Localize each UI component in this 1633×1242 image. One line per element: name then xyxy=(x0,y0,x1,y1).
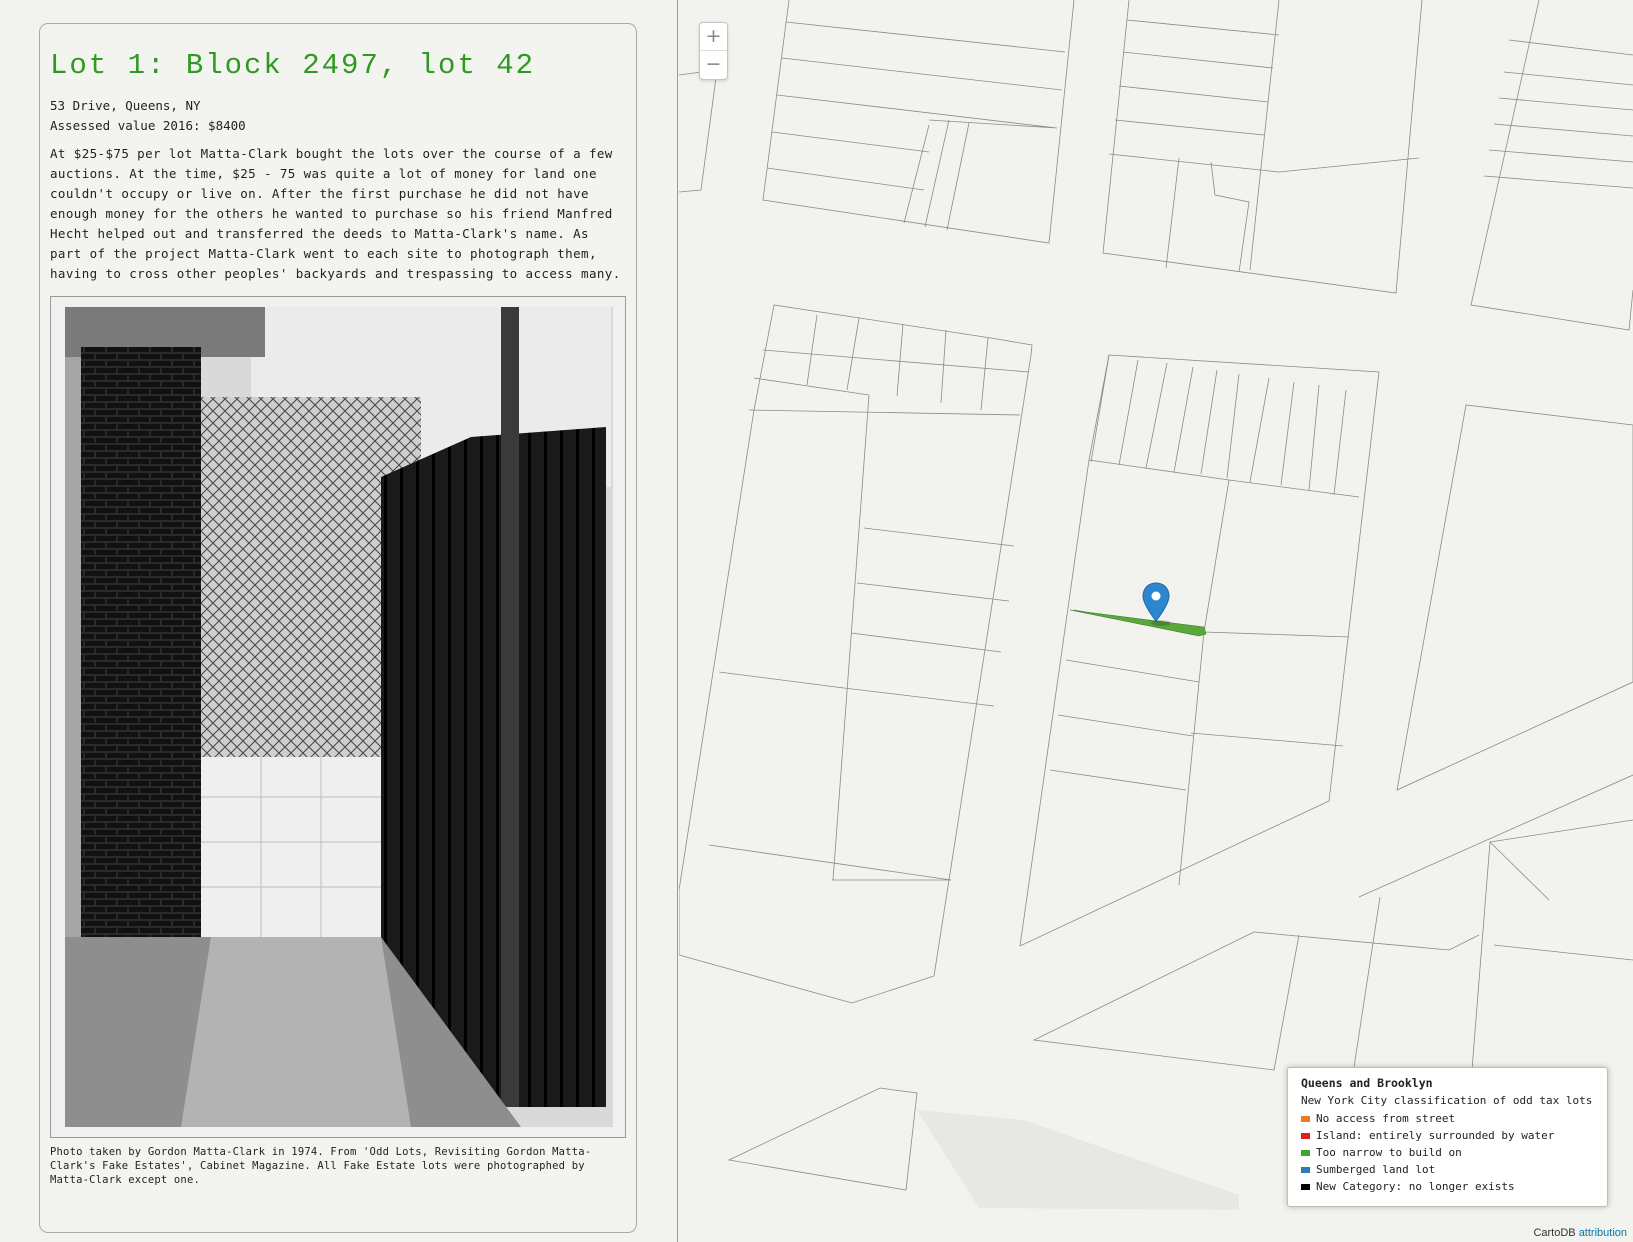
legend-subtitle: New York City classification of odd tax … xyxy=(1301,1094,1593,1107)
map-legend: Queens and Brooklyn New York City classi… xyxy=(1287,1067,1608,1207)
lot-photo xyxy=(50,295,626,1138)
legend-item: Too narrow to build on xyxy=(1301,1144,1594,1161)
legend-swatch xyxy=(1301,1132,1310,1139)
legend-item: No access from street xyxy=(1301,1110,1594,1127)
legend-label: New Category: no longer exists xyxy=(1316,1180,1515,1193)
attribution-link[interactable]: attribution xyxy=(1579,1227,1627,1239)
legend-label: No access from street xyxy=(1316,1112,1456,1125)
lot-address: 53 Drive, Queens, NY xyxy=(50,97,201,113)
lot-info-card: Lot 1: Block 2497, lot 42 53 Drive, Quee… xyxy=(39,23,637,1233)
legend-swatch xyxy=(1301,1115,1310,1122)
legend-label: Too narrow to build on xyxy=(1316,1146,1462,1159)
legend-item: Island: entirely surrounded by water xyxy=(1301,1127,1594,1144)
lot-title: Lot 1: Block 2497, lot 42 xyxy=(50,49,536,82)
attribution-prefix: CartoDB xyxy=(1533,1227,1576,1239)
legend-label: Island: entirely surrounded by water xyxy=(1316,1129,1555,1142)
legend-title: Queens and Brooklyn xyxy=(1301,1076,1433,1090)
assessed-value: Assessed value 2016: $8400 xyxy=(50,117,246,133)
photo-caption: Photo taken by Gordon Matta-Clark in 197… xyxy=(50,1145,592,1186)
legend-item: New Category: no longer exists xyxy=(1301,1178,1594,1195)
zoom-in-button[interactable]: + xyxy=(700,23,727,50)
map-attribution: CartoDB attribution xyxy=(1533,1227,1627,1239)
highlighted-lot[interactable] xyxy=(1069,609,1207,637)
legend-swatch xyxy=(1301,1183,1310,1190)
map-marker-icon[interactable] xyxy=(1142,581,1170,629)
legend-swatch xyxy=(1301,1166,1310,1173)
zoom-out-button[interactable]: − xyxy=(700,50,727,78)
legend-item: Sumberged land lot xyxy=(1301,1161,1594,1178)
sidebar: Lot 1: Block 2497, lot 42 53 Drive, Quee… xyxy=(0,0,678,1242)
lot-description: At $25-$75 per lot Matta-Clark bought th… xyxy=(50,145,621,281)
zoom-control: + − xyxy=(699,22,728,80)
legend-swatch xyxy=(1301,1149,1310,1156)
legend-label: Sumberged land lot xyxy=(1316,1163,1436,1176)
